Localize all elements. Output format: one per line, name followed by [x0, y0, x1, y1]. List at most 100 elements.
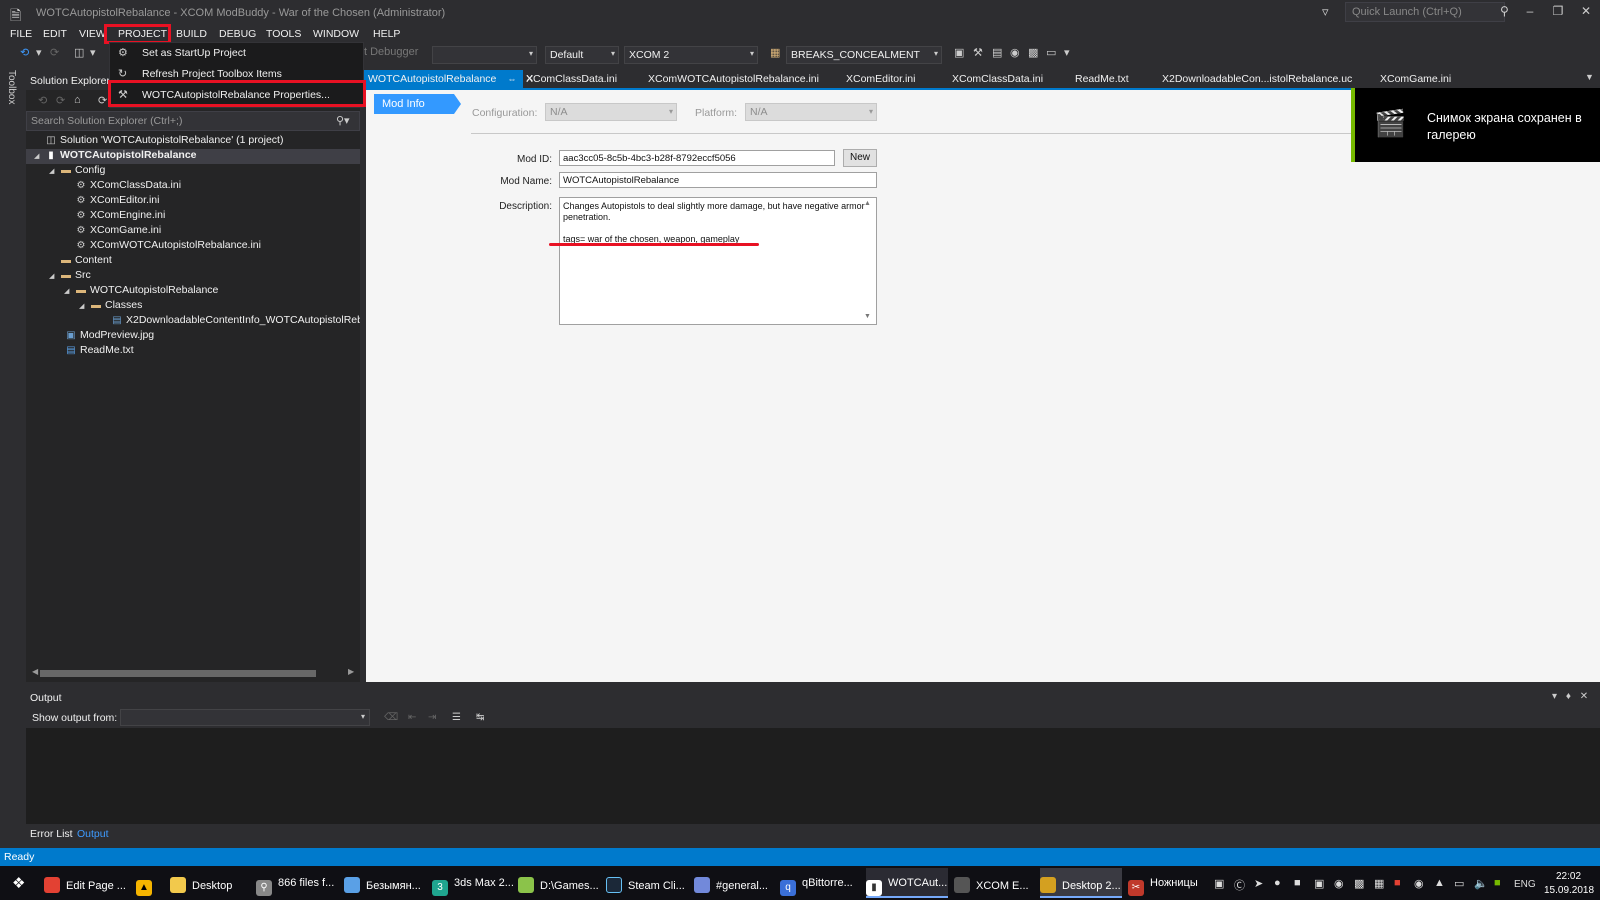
clock-time[interactable]: 22:02 — [1556, 871, 1581, 882]
taskbar-item-chrome[interactable]: Edit Page ... — [44, 868, 126, 898]
tray-app-icon[interactable]: ▦ — [1374, 877, 1384, 890]
wrench-icon[interactable]: ⚒ — [973, 46, 983, 59]
new-mod-id-button[interactable]: New — [843, 149, 877, 167]
menu-build[interactable]: BUILD — [176, 28, 207, 40]
menu-tools[interactable]: TOOLS — [266, 28, 301, 40]
tree-item-src-folder[interactable]: ◢ ▬ Src — [49, 269, 91, 284]
taskbar-item-paint[interactable]: Безымян... — [344, 868, 424, 898]
search-icon[interactable]: ⚲ — [1500, 4, 1509, 18]
collapse-triangle-icon[interactable]: ◢ — [34, 152, 44, 160]
tree-item-file[interactable]: ⚙ XComWOTCAutopistolRebalance.ini — [74, 239, 261, 254]
tab-document[interactable]: XComClassData.ini — [526, 70, 617, 88]
clock-date[interactable]: 15.09.2018 — [1544, 885, 1594, 896]
pin-icon[interactable]: ♦ — [1566, 691, 1571, 702]
output-content[interactable] — [26, 728, 1600, 824]
tray-app-icon[interactable]: ▲ — [1434, 877, 1445, 889]
tree-item-src-subfolder[interactable]: ◢ ▬ WOTCAutopistolRebalance — [64, 284, 218, 299]
scroll-up-icon[interactable]: ▲ — [864, 200, 871, 207]
tray-app-icon[interactable]: ▣ — [1314, 877, 1324, 890]
restore-button[interactable]: ❐ — [1548, 4, 1568, 20]
configuration-select[interactable]: N/A ▾ — [545, 103, 677, 121]
tab-mod-info[interactable]: Mod Info — [374, 94, 454, 114]
tray-steam-icon[interactable]: ◉ — [1334, 877, 1344, 890]
mod-id-field[interactable]: aac3cc05-8c5b-4bc3-b28f-8792eccf5056 — [559, 150, 835, 166]
configuration-combo[interactable]: Default ▾ — [545, 46, 619, 64]
tray-telegram-icon[interactable]: ➤ — [1254, 877, 1263, 890]
tabs-overflow-icon[interactable]: ▼ — [1585, 72, 1594, 82]
home-icon[interactable]: ⌂ — [74, 94, 81, 106]
tree-item-file[interactable]: ⚙ XComEditor.ini — [74, 194, 160, 209]
tray-app-icon[interactable]: ● — [1274, 877, 1281, 889]
dropdown-arrow-icon[interactable]: ▾ — [1552, 691, 1557, 702]
dropdown-arrow-icon[interactable]: ▾ — [90, 46, 96, 59]
menu-window[interactable]: WINDOW — [313, 28, 359, 40]
taskbar-item-explorer[interactable]: Desktop — [170, 868, 246, 898]
globe-icon[interactable]: ◉ — [1010, 46, 1020, 59]
tab-document[interactable]: XComClassData.ini — [952, 70, 1043, 88]
tab-mod-properties[interactable]: WOTCAutopistolRebalance ⇔ ✕ — [368, 70, 534, 88]
tree-item-config-folder[interactable]: ◢ ▬ Config — [49, 164, 105, 179]
function-combo[interactable]: BREAKS_CONCEALMENT ▾ — [786, 46, 942, 64]
filter-icon[interactable]: ▿ — [1322, 4, 1329, 20]
tree-item-file[interactable]: ⚙ XComEngine.ini — [74, 209, 166, 224]
tree-item-content-folder[interactable]: ▬ Content — [59, 254, 112, 269]
tree-item-project[interactable]: ◢ ▮ WOTCAutopistolRebalance — [34, 149, 197, 164]
solution-explorer-search-input[interactable]: Search Solution Explorer (Ctrl+;) — [26, 111, 360, 131]
collapse-triangle-icon[interactable]: ◢ — [49, 167, 59, 175]
debugger-combo[interactable]: ▾ — [432, 46, 537, 64]
taskbar-item-search[interactable]: ⚲ 866 files f... — [256, 868, 338, 898]
prev-message-icon[interactable]: ⇤ — [408, 712, 416, 723]
platform-combo[interactable]: XCOM 2 ▾ — [624, 46, 758, 64]
show-output-from-select[interactable] — [120, 709, 370, 726]
tab-document[interactable]: XComGame.ini — [1380, 70, 1451, 88]
collapse-triangle-icon[interactable]: ◢ — [49, 272, 59, 280]
taskbar-item-steam[interactable]: Steam Cli... — [606, 868, 688, 898]
menu-help[interactable]: HELP — [373, 28, 400, 40]
tree-item-file[interactable]: ▤ ReadMe.txt — [64, 344, 133, 359]
tree-item-file[interactable]: ▣ ModPreview.jpg — [64, 329, 154, 344]
next-message-icon[interactable]: ⇥ — [428, 712, 436, 723]
dropdown-arrow-icon[interactable]: ▾ — [36, 46, 42, 59]
sync-icon[interactable]: ⟳ — [98, 94, 107, 107]
tab-document[interactable]: ReadMe.txt — [1075, 70, 1129, 88]
taskbar-item-notepad[interactable]: D:\Games... — [518, 868, 600, 898]
mod-name-field[interactable]: WOTCAutopistolRebalance — [559, 172, 877, 188]
new-project-icon[interactable]: ◫ — [74, 46, 84, 59]
word-wrap-icon[interactable]: ↹ — [476, 712, 484, 723]
taskbar-item-app[interactable]: ▲ — [136, 868, 160, 898]
scroll-down-icon[interactable]: ▼ — [864, 313, 871, 320]
tab-document[interactable]: XComEditor.ini — [846, 70, 915, 88]
back-icon[interactable]: ⟲ — [20, 46, 29, 59]
tab-document[interactable]: XComWOTCAutopistolRebalance.ini — [648, 70, 819, 88]
taskbar-item-snipping[interactable]: ✂ Ножницы — [1128, 868, 1208, 898]
tray-skype-icon[interactable]: Ⓒ — [1234, 877, 1245, 893]
taskbar-item-qbittorrent[interactable]: q qBittorre... — [780, 868, 862, 898]
modbuddy-app-icon[interactable]: 🗎 — [10, 5, 24, 23]
language-indicator[interactable]: ENG — [1514, 879, 1536, 890]
tray-app-icon[interactable]: ◉ — [1414, 877, 1424, 890]
tray-app-icon[interactable]: ▣ — [1214, 877, 1224, 890]
volume-icon[interactable]: 🔈 — [1474, 877, 1488, 890]
description-textarea[interactable]: Changes Autopistols to deal slightly mor… — [559, 197, 877, 325]
menu-edit[interactable]: EDIT — [43, 28, 67, 40]
tray-app-icon[interactable]: ■ — [1294, 877, 1301, 889]
tab-document[interactable]: X2DownloadableCon...istolRebalance.uc — [1162, 70, 1352, 88]
network-icon[interactable]: ▭ — [1454, 877, 1464, 890]
platform-select[interactable]: N/A ▾ — [745, 103, 877, 121]
minimize-button[interactable]: – — [1520, 4, 1540, 20]
tray-app-icon[interactable]: ■ — [1394, 877, 1401, 889]
scrollbar-thumb[interactable] — [40, 670, 316, 677]
pin-icon[interactable]: ⇔ — [507, 74, 516, 84]
collapse-triangle-icon[interactable]: ◢ — [64, 287, 74, 295]
debugger-label[interactable]: t Debugger — [364, 46, 418, 58]
scroll-left-icon[interactable]: ◀ — [32, 667, 38, 676]
collapse-triangle-icon[interactable]: ◢ — [79, 302, 89, 310]
toolbar-tool-icon[interactable]: ▩ — [1028, 46, 1038, 59]
nvidia-icon[interactable]: ■ — [1494, 877, 1501, 889]
taskbar-item-discord[interactable]: #general... — [694, 868, 774, 898]
taskbar-item-desktop2[interactable]: Desktop 2... — [1040, 868, 1122, 898]
find-message-icon[interactable]: ⌫ — [384, 712, 398, 723]
tree-item-solution[interactable]: ◫ Solution 'WOTCAutopistolRebalance' (1 p… — [34, 134, 283, 149]
close-icon[interactable]: ✕ — [1580, 691, 1588, 702]
back-icon[interactable]: ⟲ — [38, 94, 47, 107]
